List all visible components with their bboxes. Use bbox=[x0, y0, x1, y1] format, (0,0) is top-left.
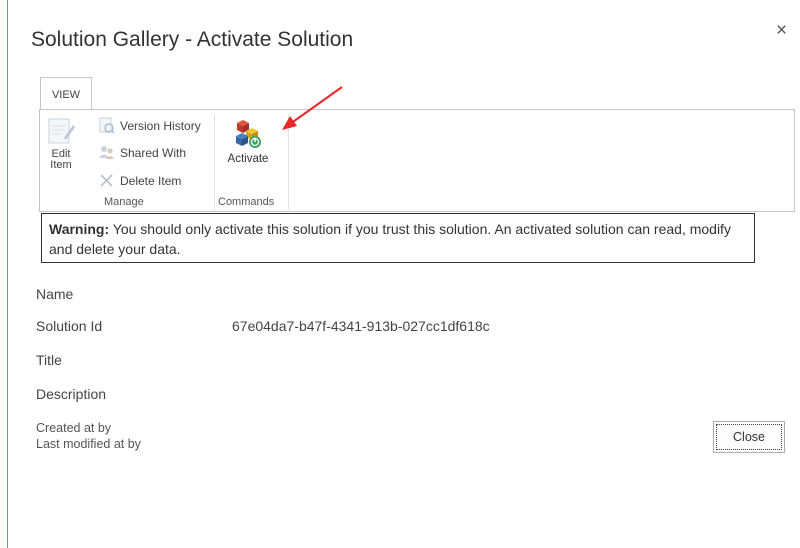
warning-box: Warning: You should only activate this s… bbox=[41, 213, 755, 263]
group-separator bbox=[214, 114, 215, 210]
version-history-label: Version History bbox=[120, 118, 201, 133]
delete-item-button[interactable]: Delete Item bbox=[98, 172, 181, 189]
shared-with-icon bbox=[98, 144, 115, 161]
solution-id-value: 67e04da7-b47f-4341-913b-027cc1df618c bbox=[232, 318, 490, 334]
activate-label: Activate bbox=[227, 153, 269, 165]
warning-label: Warning: bbox=[49, 221, 110, 237]
description-label: Description bbox=[36, 386, 107, 402]
edit-item-label-line2: Item bbox=[50, 159, 72, 171]
shared-with-label: Shared With bbox=[120, 145, 187, 160]
delete-item-label: Delete Item bbox=[120, 173, 182, 188]
modified-info: Last modified at by bbox=[36, 437, 141, 451]
activate-icon bbox=[236, 120, 261, 148]
manage-group-label: Manage bbox=[104, 196, 144, 208]
warning-text: You should only activate this solution i… bbox=[49, 221, 731, 257]
solution-id-label: Solution Id bbox=[36, 318, 103, 334]
close-icon[interactable]: × bbox=[776, 20, 787, 42]
dialog-title: Solution Gallery - Activate Solution bbox=[31, 28, 354, 51]
delete-icon bbox=[98, 172, 115, 189]
edit-item-icon bbox=[48, 118, 75, 144]
dialog: Solution Gallery - Activate Solution × V… bbox=[7, 0, 800, 548]
name-label: Name bbox=[36, 286, 74, 302]
commands-group-label: Commands bbox=[218, 196, 275, 208]
version-history-button[interactable]: Version History bbox=[98, 117, 201, 134]
ribbon: Edit Item Version History Shared With De… bbox=[39, 109, 795, 212]
activate-button[interactable]: Activate bbox=[224, 118, 272, 165]
close-button[interactable]: Close bbox=[713, 421, 785, 453]
shared-with-button[interactable]: Shared With bbox=[98, 144, 186, 161]
tab-view[interactable]: VIEW bbox=[40, 77, 92, 110]
annotation-arrow-icon bbox=[282, 86, 343, 130]
title-label: Title bbox=[36, 352, 62, 368]
created-info: Created at by bbox=[36, 421, 112, 435]
version-history-icon bbox=[98, 117, 115, 134]
edit-item-button[interactable]: Edit Item bbox=[46, 116, 76, 171]
item-metadata: Created at by Last modified at by bbox=[36, 420, 141, 452]
